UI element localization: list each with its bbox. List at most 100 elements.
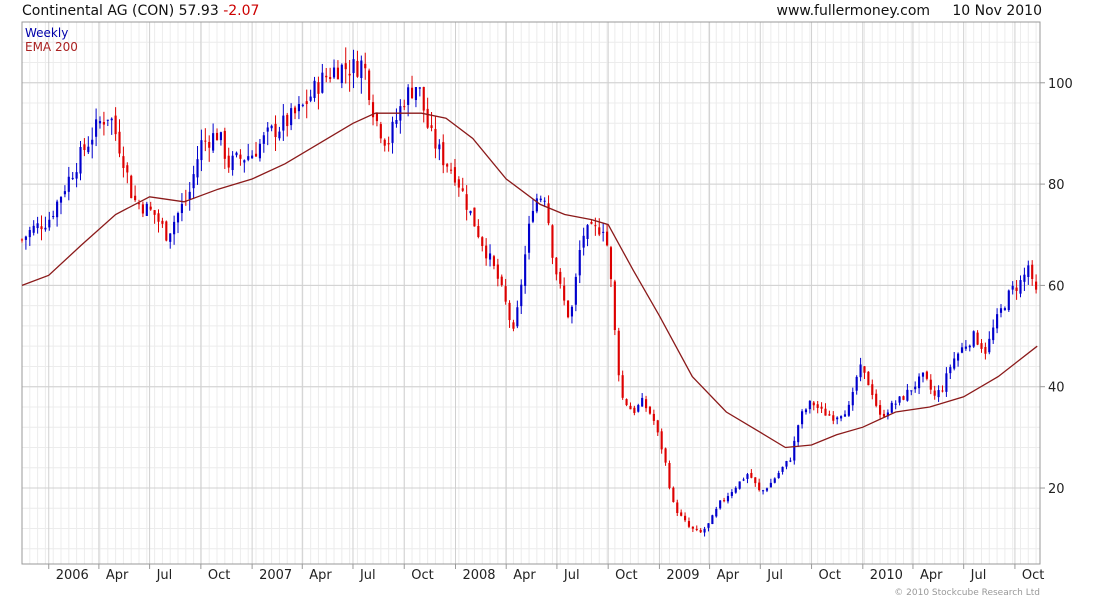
candle-body — [290, 108, 293, 126]
candle-body — [169, 233, 172, 242]
candle-body — [477, 226, 480, 237]
candle-body — [325, 75, 328, 78]
candle-body — [968, 345, 971, 348]
x-tick-label: Apr — [513, 568, 536, 583]
candle-body — [293, 107, 297, 114]
candle-body — [683, 515, 687, 521]
candle-body — [863, 366, 866, 373]
candle-body — [473, 207, 476, 227]
candle-body — [941, 390, 944, 392]
candle-body — [621, 375, 624, 398]
candle-body — [543, 200, 546, 202]
candle-body — [48, 219, 51, 228]
candle-body — [754, 477, 757, 484]
candle-body — [539, 198, 542, 201]
candle-body — [746, 474, 749, 479]
candle-body — [496, 264, 499, 279]
candle-body — [379, 124, 382, 139]
candle-body — [949, 367, 952, 374]
candle-body — [141, 204, 144, 214]
candle-body — [648, 406, 652, 414]
candle-body — [368, 70, 371, 101]
candle-body — [208, 141, 211, 148]
candle-body — [590, 221, 593, 224]
candle-body — [1035, 281, 1038, 290]
candle-body — [63, 191, 66, 195]
x-tick-label: Apr — [309, 568, 332, 583]
candle-body — [200, 140, 203, 161]
candle-body — [785, 461, 788, 467]
candle-body — [500, 276, 503, 286]
candle-body — [469, 210, 472, 214]
candle-body — [352, 59, 355, 74]
y-tick-label: 20 — [1048, 482, 1065, 497]
candle-body — [633, 407, 636, 413]
candle-body — [992, 327, 995, 341]
candle-body — [605, 231, 609, 246]
candle-body — [960, 347, 964, 353]
candle-body — [738, 481, 741, 489]
candle-body — [777, 472, 780, 479]
candle-body — [586, 225, 589, 239]
candle-body — [79, 146, 82, 174]
candle-body — [726, 496, 730, 502]
candle-body — [867, 371, 870, 386]
legend-weekly: Weekly — [25, 26, 68, 40]
candle-body — [59, 197, 63, 203]
candle-body — [36, 223, 39, 229]
candle-body — [192, 174, 195, 189]
candle-body — [1003, 308, 1006, 311]
candle-body — [44, 227, 47, 230]
candle-body — [251, 155, 254, 159]
candle-body — [270, 125, 273, 129]
candle-body — [902, 396, 905, 400]
candle-body — [988, 338, 991, 353]
candle-body — [87, 146, 90, 153]
candle-body — [879, 405, 882, 415]
candle-body — [442, 142, 445, 166]
candle-body — [547, 203, 550, 224]
candle-body — [301, 104, 304, 106]
candle-body — [485, 245, 488, 259]
candle-body — [446, 164, 449, 167]
candle-body — [102, 121, 105, 125]
candle-body — [801, 411, 804, 425]
candle-body — [122, 156, 125, 168]
candle-body — [742, 479, 745, 481]
candle-body — [637, 405, 640, 412]
candle-body — [309, 96, 312, 101]
candle-body — [481, 237, 484, 247]
candle-body — [551, 225, 554, 258]
candle-body — [531, 210, 535, 222]
candle-body — [890, 402, 893, 413]
candle-body — [336, 67, 340, 80]
candle-body — [118, 131, 121, 154]
candle-body — [204, 140, 207, 142]
x-tick-label: Oct — [208, 568, 230, 583]
candle-body — [617, 330, 620, 376]
candle-body — [340, 64, 343, 84]
copyright-note: © 2010 Stockcube Research Ltd — [894, 588, 1040, 598]
candle-body — [114, 115, 117, 135]
candle-body — [715, 508, 718, 517]
candle-body — [153, 210, 156, 215]
x-tick-label: Oct — [1022, 568, 1044, 583]
candle-body — [847, 404, 850, 416]
candle-body — [219, 132, 222, 141]
candle-body — [765, 488, 769, 491]
candle-body — [1015, 287, 1018, 291]
candle-body — [703, 528, 706, 533]
candle-body — [176, 213, 180, 223]
candle-body — [789, 460, 792, 462]
candle-body — [196, 159, 199, 178]
candle-body — [492, 256, 496, 266]
candle-body — [262, 135, 265, 144]
candle-body — [426, 108, 429, 128]
x-tick-label: Jul — [970, 568, 987, 583]
candle-body — [812, 402, 815, 406]
candle-body — [781, 466, 784, 472]
candle-body — [247, 156, 250, 160]
candle-body — [67, 176, 70, 192]
candle-body — [520, 284, 523, 307]
candle-body — [578, 250, 581, 276]
